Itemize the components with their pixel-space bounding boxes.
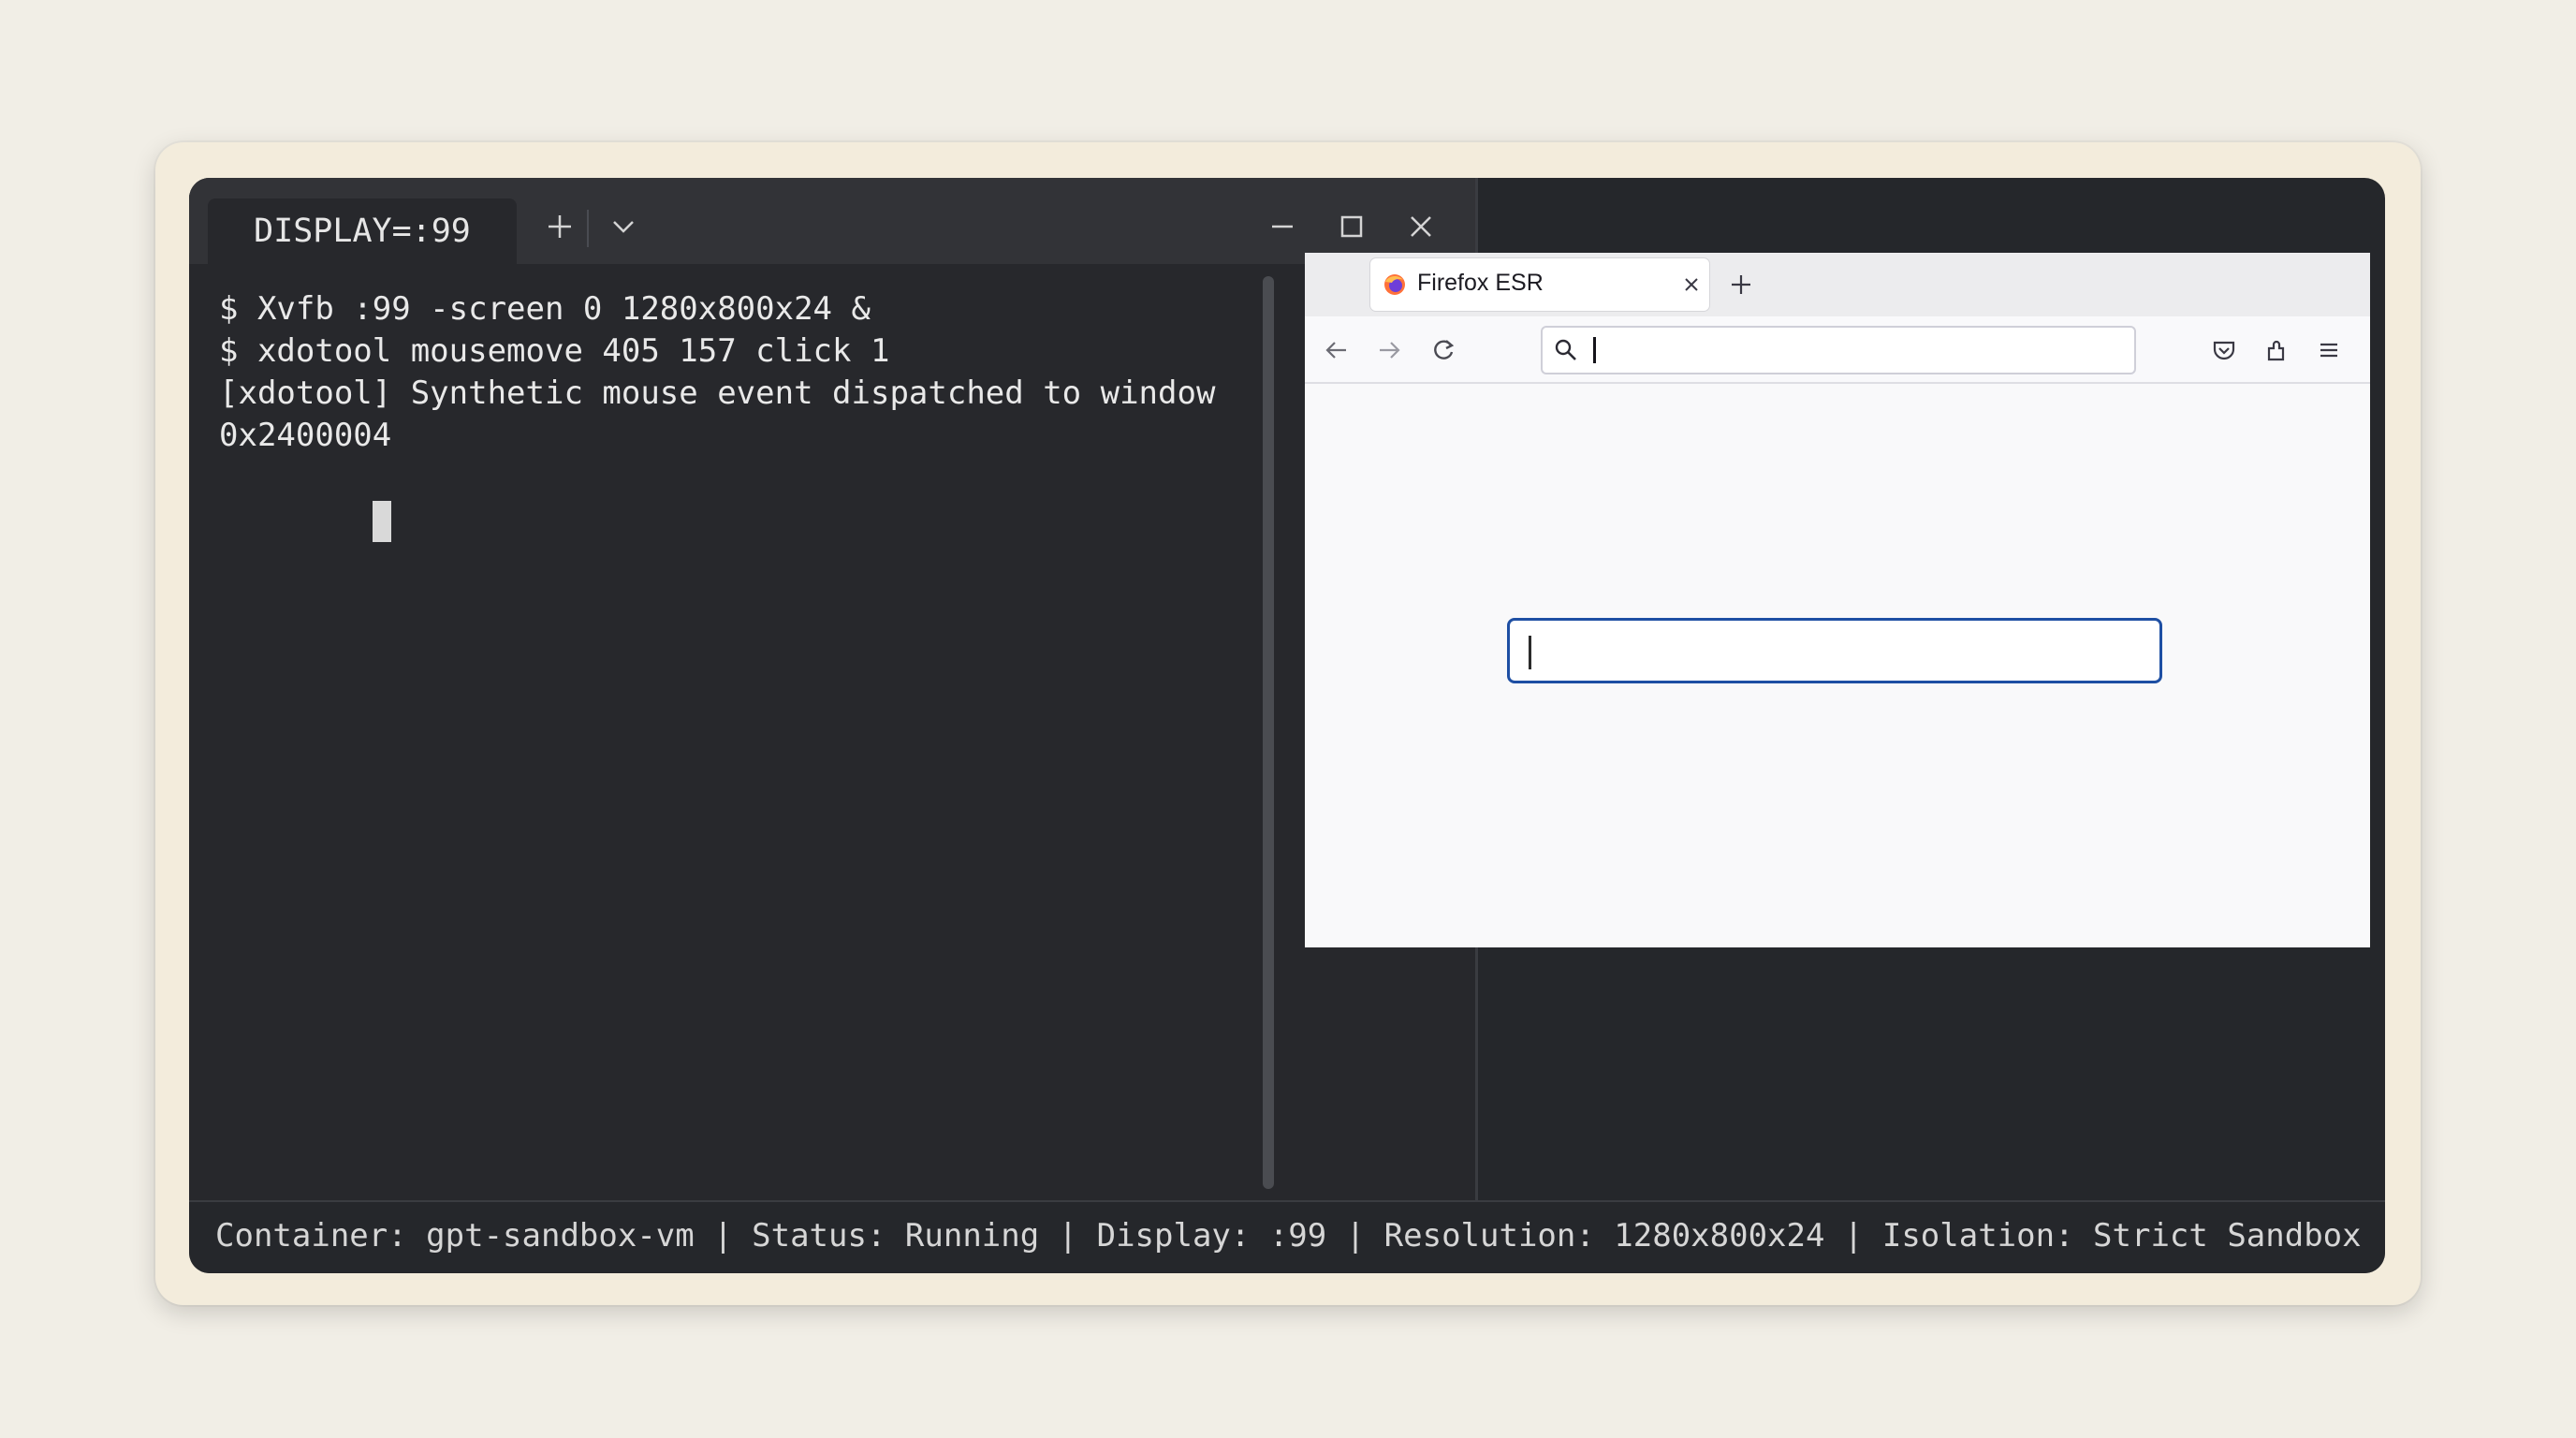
url-bar[interactable] <box>1541 326 2136 374</box>
terminal-cursor <box>372 501 391 542</box>
browser-content <box>1305 384 2370 947</box>
browser-tab[interactable]: Firefox ESR <box>1370 258 1709 311</box>
menu-icon[interactable] <box>2316 337 2342 363</box>
plus-icon <box>549 215 571 238</box>
reload-icon[interactable] <box>1430 337 1456 363</box>
titlebar-separator <box>587 210 589 247</box>
new-tab-icon[interactable] <box>1728 271 1754 298</box>
minimize-button[interactable] <box>1258 198 1307 255</box>
status-text: Container: gpt-sandbox-vm | Status: Runn… <box>215 1217 2362 1255</box>
extensions-icon[interactable] <box>2263 337 2290 363</box>
page-text-input[interactable] <box>1507 618 2162 683</box>
browser-tabstrip: Firefox ESR <box>1305 253 2370 316</box>
tab-dropdown-button[interactable] <box>601 198 646 255</box>
maximize-button[interactable] <box>1327 198 1376 255</box>
terminal-scrollbar[interactable] <box>1263 276 1274 1189</box>
tab-close-icon[interactable] <box>1681 274 1702 295</box>
terminal-window: DISPLAY=:99 $ Xvfb:99 -screen 0 1280x80… <box>189 178 1478 1200</box>
browser-tab-title: Firefox ESR <box>1417 270 1544 296</box>
terminal-line: $ Xvfb :99 -screen 0 1280x800x24 & <box>219 290 871 328</box>
terminal-line: [xdotool] Synthetic mouse event dispatch… <box>219 374 1216 412</box>
terminal-tab[interactable]: DISPLAY=:99 <box>208 198 517 264</box>
terminal-tab-title: DISPLAY=:99 <box>254 213 471 250</box>
pocket-icon[interactable] <box>2211 337 2237 363</box>
back-icon[interactable] <box>1324 337 1350 363</box>
close-icon <box>1411 216 1431 237</box>
close-window-button[interactable] <box>1397 198 1445 255</box>
status-bar: Container: gpt-sandbox-vm | Status: Runn… <box>189 1200 2385 1273</box>
terminal-line: $ xdotool mousemove 405 157 click 1 <box>219 332 890 370</box>
terminal-titlebar: DISPLAY=:99 <box>189 178 1475 264</box>
terminal-line: 0x2400004 <box>219 417 392 454</box>
forward-icon[interactable] <box>1376 337 1402 363</box>
desktop-screen: DISPLAY=:99 $ Xvfb:99 -screen 0 1280x80… <box>189 178 2385 1273</box>
minimize-icon <box>1272 225 1293 228</box>
page-input-caret <box>1529 636 1531 669</box>
browser-window: Firefox ESR <box>1305 253 2370 947</box>
maximize-icon <box>1340 215 1363 238</box>
terminal-prompt-line <box>219 457 1436 584</box>
url-caret <box>1593 337 1596 363</box>
firefox-logo-icon <box>1384 274 1405 295</box>
new-tab-button[interactable] <box>537 198 582 255</box>
chevron-down-icon <box>613 221 634 233</box>
terminal-output[interactable]: $ Xvfb :99 -screen 0 1280x800x24 & $ xdo… <box>219 288 1436 584</box>
search-icon <box>1555 339 1576 360</box>
browser-navbar <box>1305 316 2370 384</box>
